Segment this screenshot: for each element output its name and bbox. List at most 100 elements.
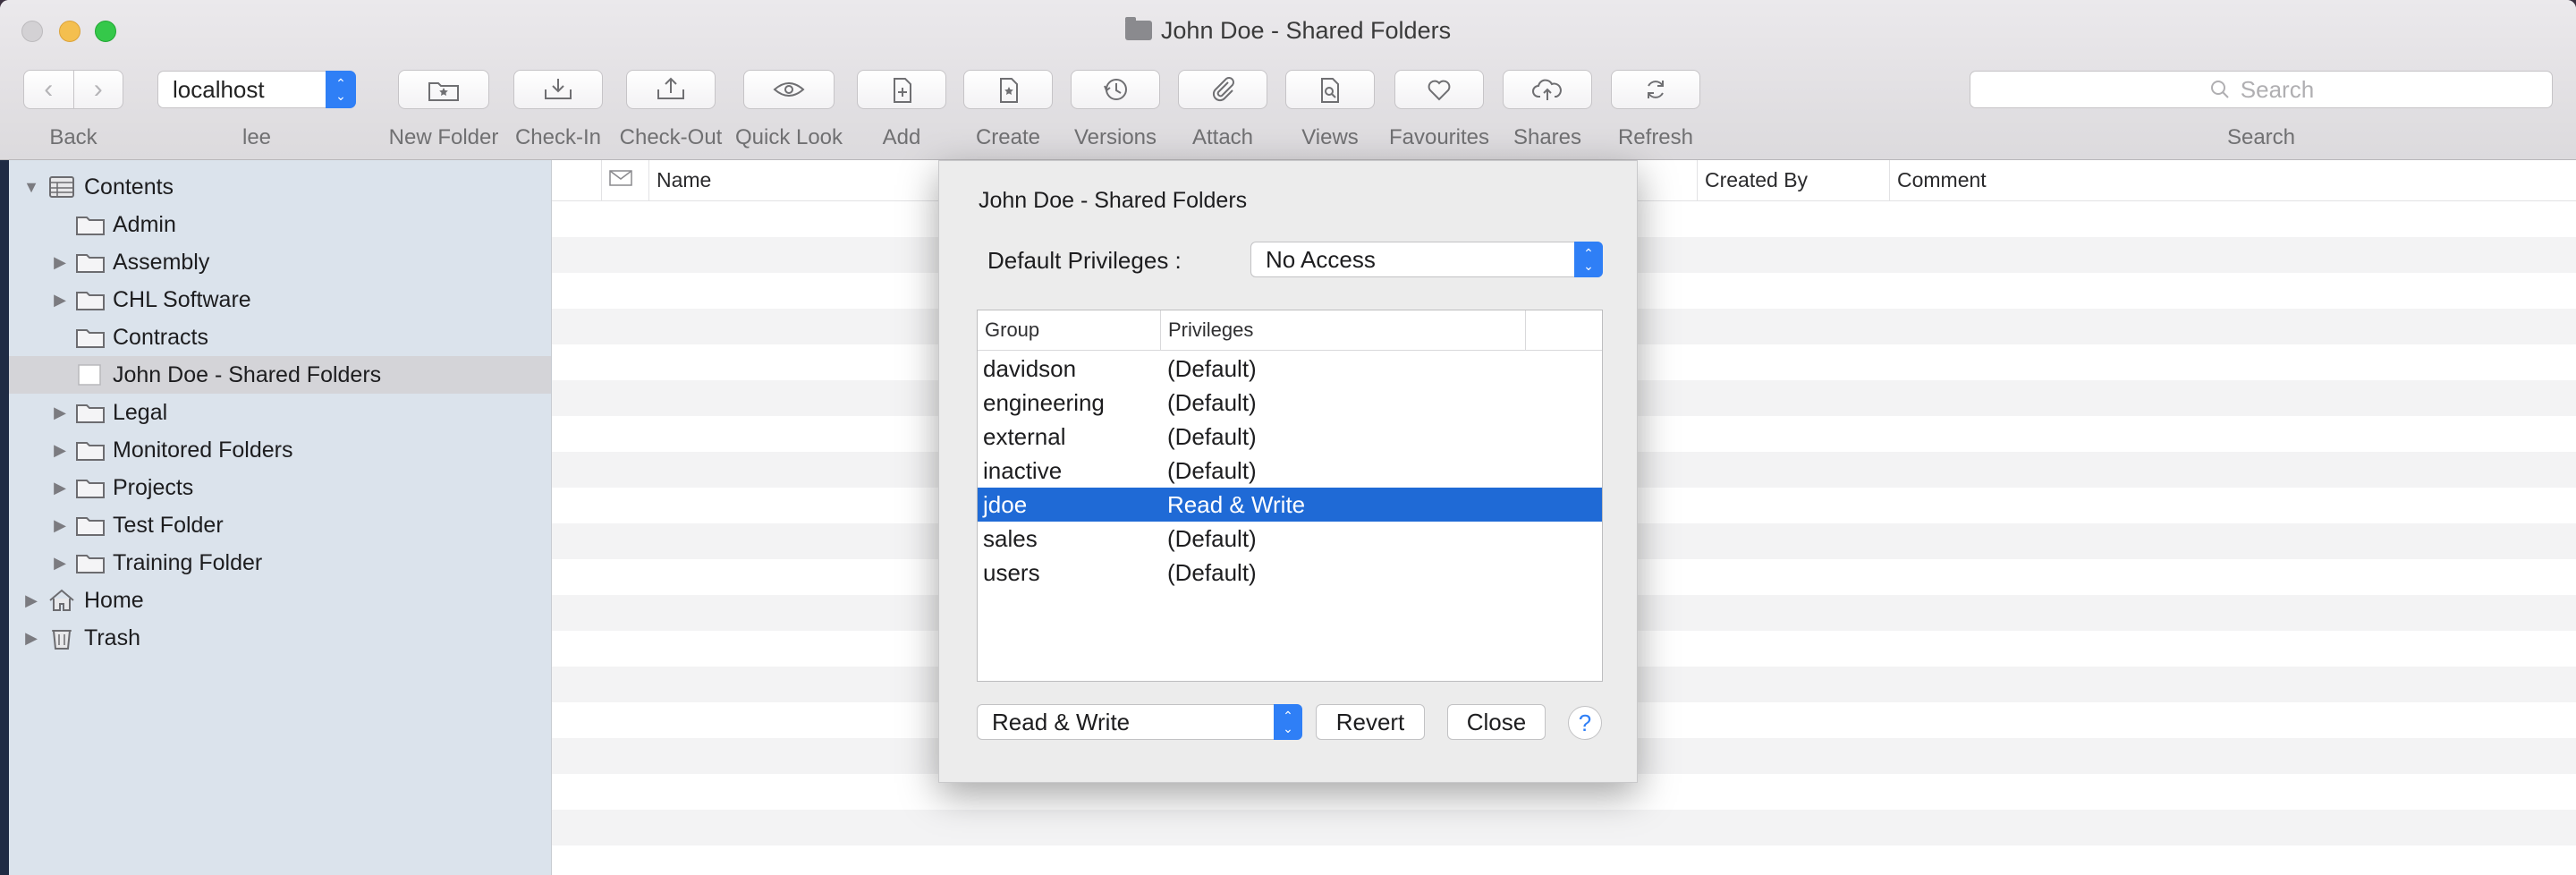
add-button[interactable] — [857, 70, 946, 109]
create-label: Create — [975, 125, 1041, 149]
sidebar-item-contents[interactable]: ▼ Contents — [9, 168, 551, 206]
home-icon — [49, 589, 74, 611]
sidebar-item-john-doe-shared-folders[interactable]: John Doe - Shared Folders — [9, 356, 551, 394]
sidebar-item-label: Assembly — [113, 249, 210, 275]
eye-icon — [773, 82, 805, 97]
group-cell: sales — [983, 525, 1038, 552]
favourites-label: Favourites — [1388, 125, 1490, 149]
shares-button[interactable] — [1503, 70, 1592, 109]
refresh-button[interactable] — [1611, 70, 1700, 109]
desktop-edge — [0, 160, 9, 875]
disclosure-closed-icon[interactable]: ▶ — [21, 629, 41, 648]
folder-icon — [76, 217, 105, 235]
cloud-upload-icon — [1532, 79, 1562, 100]
sidebar-item-legal[interactable]: ▶ Legal — [9, 394, 551, 431]
name-column-header[interactable]: Name — [648, 160, 925, 200]
forward-arrow-icon[interactable]: › — [74, 71, 123, 108]
table-row-selected[interactable]: jdoe Read & Write — [978, 488, 1602, 522]
folder-icon — [76, 442, 105, 461]
disclosure-closed-icon[interactable]: ▶ — [50, 441, 70, 460]
disclosure-closed-icon[interactable]: ▶ — [50, 479, 70, 497]
sidebar-item-assembly[interactable]: ▶ Assembly — [9, 243, 551, 281]
group-privileges-table[interactable]: Group Privileges davidson (Default) engin… — [977, 310, 1603, 682]
back-arrow-icon[interactable]: ‹ — [24, 71, 74, 108]
dialog-title: John Doe - Shared Folders — [979, 188, 1248, 213]
list-row-stripe — [552, 810, 2576, 845]
quick-look-label: Quick Look — [734, 125, 843, 149]
help-button[interactable]: ? — [1568, 706, 1602, 740]
attach-button[interactable] — [1178, 70, 1267, 109]
folder-icon — [76, 480, 105, 498]
sidebar-item-contracts[interactable]: Contracts — [9, 319, 551, 356]
sidebar-item-home[interactable]: ▶ Home — [9, 582, 551, 619]
disclosure-closed-icon[interactable]: ▶ — [50, 516, 70, 535]
views-label: Views — [1301, 125, 1359, 149]
table-row[interactable]: users (Default) — [978, 556, 1602, 590]
back-label: Back — [49, 125, 97, 149]
sidebar-item-label: Trash — [84, 624, 140, 650]
created-by-column-header[interactable]: Created By — [1697, 160, 1888, 200]
privilege-cell: (Default) — [1167, 457, 1257, 484]
trash-icon — [52, 630, 72, 650]
folder-icon — [76, 517, 105, 536]
folder-icon — [76, 329, 105, 348]
server-select[interactable]: localhost ⌃ ⌄ — [157, 71, 356, 108]
new-folder-button[interactable] — [398, 70, 489, 109]
mail-column-header[interactable] — [601, 160, 645, 200]
table-row[interactable]: engineering (Default) — [978, 386, 1602, 420]
check-out-label: Check-Out — [619, 125, 723, 149]
envelope-icon — [609, 170, 632, 186]
disclosure-closed-icon[interactable]: ▶ — [21, 591, 41, 610]
sidebar-item-training-folder[interactable]: ▶ Training Folder — [9, 544, 551, 582]
folder-icon — [76, 404, 105, 423]
toolbar: John Doe - Shared Folders ‹ › Back local… — [0, 0, 2576, 160]
check-out-button[interactable] — [626, 70, 716, 109]
sidebar-item-test-folder[interactable]: ▶ Test Folder — [9, 506, 551, 544]
history-icon — [1104, 79, 1127, 100]
group-cell: external — [983, 423, 1066, 450]
default-privileges-select[interactable]: No Access ⌃ ⌄ — [1250, 242, 1603, 277]
search-field[interactable]: Search — [1970, 71, 2553, 108]
disclosure-closed-icon[interactable]: ▶ — [50, 404, 70, 422]
sidebar-item-admin[interactable]: Admin — [9, 206, 551, 243]
privileges-dialog: John Doe - Shared Folders Default Privil… — [938, 160, 1638, 783]
privilege-cell: (Default) — [1167, 389, 1257, 416]
sidebar-item-label: Admin — [113, 211, 176, 237]
sidebar-item-monitored-folders[interactable]: ▶ Monitored Folders — [9, 431, 551, 469]
comment-column-header[interactable]: Comment — [1889, 160, 2255, 200]
check-in-label: Check-In — [514, 125, 602, 149]
table-row[interactable]: inactive (Default) — [978, 454, 1602, 488]
quick-look-button[interactable] — [743, 70, 835, 109]
sidebar-item-chl-software[interactable]: ▶ CHL Software — [9, 281, 551, 319]
table-row[interactable]: sales (Default) — [978, 522, 1602, 556]
sidebar-item-trash[interactable]: ▶ Trash — [9, 619, 551, 657]
window-title-text: John Doe - Shared Folders — [1160, 17, 1452, 44]
create-button[interactable] — [963, 70, 1053, 109]
privilege-cell: (Default) — [1167, 525, 1257, 552]
sidebar-item-label: Monitored Folders — [113, 437, 293, 463]
disclosure-closed-icon[interactable]: ▶ — [50, 253, 70, 272]
close-button[interactable]: Close — [1447, 704, 1546, 740]
sidebar-item-label: Training Folder — [113, 549, 263, 575]
select-stepper-icon: ⌃ ⌄ — [1274, 704, 1302, 740]
select-stepper-icon: ⌃ ⌄ — [326, 71, 356, 108]
table-row[interactable]: davidson (Default) — [978, 352, 1602, 386]
privilege-select-value: Read & Write — [992, 709, 1131, 735]
privilege-select[interactable]: Read & Write ⌃ ⌄ — [977, 704, 1302, 740]
views-button[interactable] — [1285, 70, 1375, 109]
table-row[interactable]: external (Default) — [978, 420, 1602, 454]
sidebar-item-projects[interactable]: ▶ Projects — [9, 469, 551, 506]
app-window: John Doe - Shared Folders ‹ › Back local… — [0, 0, 2576, 875]
new-folder-label: New Folder — [388, 125, 499, 149]
document-search-icon — [1321, 78, 1339, 103]
disclosure-open-icon[interactable]: ▼ — [21, 178, 41, 197]
disclosure-closed-icon[interactable]: ▶ — [50, 291, 70, 310]
attach-label: Attach — [1191, 125, 1254, 149]
revert-button[interactable]: Revert — [1316, 704, 1425, 740]
disclosure-closed-icon[interactable]: ▶ — [50, 554, 70, 573]
favourites-button[interactable] — [1394, 70, 1484, 109]
check-in-button[interactable] — [513, 70, 603, 109]
group-column-header[interactable]: Group — [978, 310, 1161, 350]
versions-button[interactable] — [1071, 70, 1160, 109]
privileges-column-header[interactable]: Privileges — [1161, 310, 1347, 350]
